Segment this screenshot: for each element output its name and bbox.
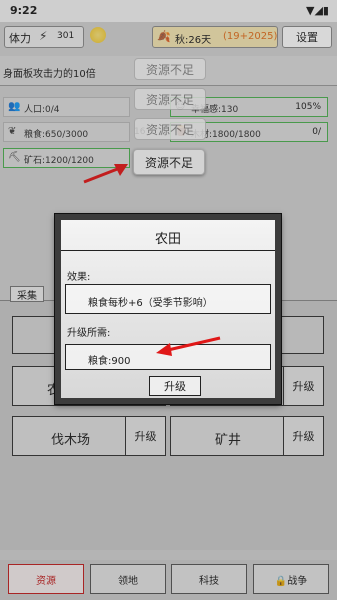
- status-icons: ▼◢▮: [306, 4, 329, 17]
- clock: 9:22: [10, 4, 38, 17]
- requirement-label: 升级所需:: [67, 328, 111, 339]
- divider: [61, 250, 275, 251]
- confirm-upgrade-button[interactable]: 升级: [149, 376, 201, 396]
- effect-label: 效果:: [67, 272, 91, 283]
- upgrade-dialog: 农田 效果: 粮食每秒+6（受季节影响） 升级所需: 粮食:900 升级: [55, 214, 281, 404]
- effect-value: 粮食每秒+6（受季节影响）: [65, 284, 271, 314]
- status-bar: 9:22 ▼◢▮: [0, 0, 337, 22]
- dialog-title: 农田: [154, 232, 181, 247]
- arrow-annotation-requirement: [156, 336, 221, 356]
